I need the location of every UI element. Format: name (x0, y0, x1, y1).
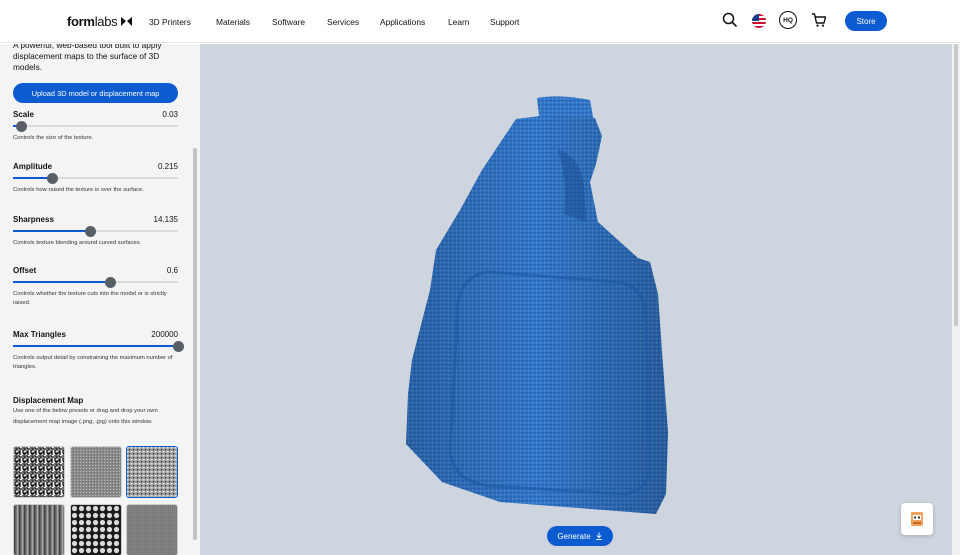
hq-icon[interactable]: HQ (779, 11, 797, 29)
param-header: Max Triangles 200000 (13, 330, 178, 339)
nav-software[interactable]: Software (272, 17, 327, 27)
param-sharpness: Sharpness 14.135 Controls texture blending… (13, 215, 178, 248)
preset-tile-speckle[interactable] (126, 446, 178, 498)
param-value[interactable]: 0.215 (158, 162, 178, 171)
page-scrollbar-thumb[interactable] (954, 44, 958, 326)
settings-sidebar: A powerful, web-based tool built to appl… (0, 44, 200, 555)
param-label: Sharpness (13, 215, 54, 224)
nav-support[interactable]: Support (490, 17, 530, 27)
param-max-triangles: Max Triangles 200000 Controls output detai… (13, 330, 184, 372)
param-desc: Controls the size of the texture. (13, 135, 94, 141)
site-header: form labs 3D Printers Materials Software … (0, 0, 960, 43)
page-scrollbar[interactable] (952, 44, 960, 555)
preset-tile-dots[interactable] (70, 504, 122, 555)
offset-slider[interactable] (13, 276, 178, 288)
main-nav: 3D Printers Materials Software Services … (149, 0, 530, 43)
max-triangles-slider[interactable] (13, 340, 184, 352)
search-icon[interactable] (722, 12, 738, 28)
slider-fill (13, 230, 91, 232)
param-value[interactable]: 0.6 (167, 266, 178, 275)
slider-thumb[interactable] (172, 340, 184, 352)
displacement-map-desc: Use one of the below presets or drag and… (13, 408, 158, 425)
param-desc: Controls how raised the texture is over … (13, 187, 144, 193)
param-offset: Offset 0.6 Controls whether the texture cu… (13, 266, 178, 308)
nav-materials[interactable]: Materials (216, 17, 272, 27)
preset-tile-smooth-grain[interactable] (126, 504, 178, 555)
nav-services[interactable]: Services (327, 17, 380, 27)
param-value[interactable]: 0.03 (162, 110, 178, 119)
helper-widget[interactable] (901, 503, 933, 535)
store-button[interactable]: Store (845, 11, 887, 31)
amplitude-slider[interactable] (13, 172, 178, 184)
intro-text: A powerful, web-based tool built to appl… (13, 44, 162, 72)
logo-mark-icon (121, 17, 133, 26)
preset-tile-noise[interactable] (13, 446, 65, 498)
slider-thumb[interactable] (47, 172, 59, 184)
param-label: Scale (13, 110, 34, 119)
param-header: Amplitude 0.215 (13, 162, 178, 171)
param-header: Offset 0.6 (13, 266, 178, 275)
scale-slider[interactable] (13, 120, 178, 132)
sidebar-scrollbar[interactable] (193, 148, 197, 540)
nav-learn[interactable]: Learn (448, 17, 490, 27)
param-label: Offset (13, 266, 37, 275)
slider-fill (13, 281, 111, 283)
cart-icon[interactable] (811, 12, 827, 28)
preset-tile-wood[interactable] (13, 504, 65, 555)
download-icon (595, 532, 602, 540)
param-amplitude: Amplitude 0.215 Controls how raised the te… (13, 162, 178, 195)
param-desc: Controls output detail by constraining t… (13, 355, 173, 370)
param-label: Max Triangles (13, 330, 66, 339)
param-label: Amplitude (13, 162, 53, 171)
bottle-model[interactable] (400, 94, 675, 520)
slider-thumb[interactable] (85, 225, 97, 237)
param-scale: Scale 0.03 Controls the size of the textur… (13, 110, 178, 143)
upload-button[interactable]: Upload 3D model or displacement map (13, 83, 178, 103)
slider-thumb[interactable] (15, 120, 27, 132)
slider-thumb[interactable] (104, 276, 116, 288)
param-value[interactable]: 200000 (151, 330, 178, 339)
param-desc: Controls texture blending around curved … (13, 240, 142, 246)
nav-3d-printers[interactable]: 3D Printers (149, 17, 216, 27)
param-desc: Controls whether the texture cuts into t… (13, 291, 167, 306)
generate-button[interactable]: Generate (547, 526, 613, 546)
us-flag-icon[interactable] (752, 14, 766, 28)
param-value[interactable]: 14.135 (154, 215, 178, 224)
displacement-map-title: Displacement Map (13, 396, 84, 405)
formlabs-logo[interactable]: form labs (67, 14, 133, 29)
helper-avatar-icon (911, 512, 923, 526)
preset-tile-fine-grain[interactable] (70, 446, 122, 498)
param-header: Scale 0.03 (13, 110, 178, 119)
sharpness-slider[interactable] (13, 225, 178, 237)
nav-applications[interactable]: Applications (380, 17, 448, 27)
param-header: Sharpness 14.135 (13, 215, 178, 224)
slider-fill (13, 345, 178, 347)
